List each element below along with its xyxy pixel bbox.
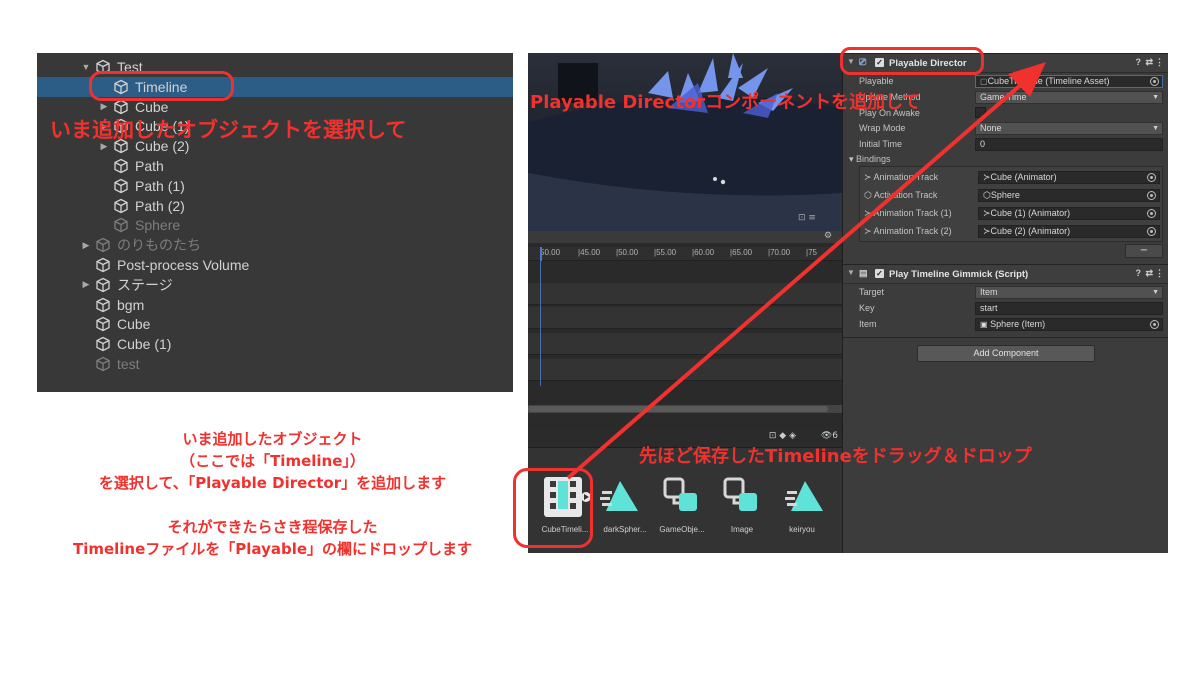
annotation-drag-drop: 先ほど保存したTimelineをドラッグ＆ドロップ (639, 446, 1032, 467)
instruction-line: いま追加したオブジェクト (182, 430, 363, 448)
instructions-block: いま追加したオブジェクト （ここでは「Timeline」） を選択して、「Playa… (20, 428, 525, 560)
instruction-line: それができたらさき程保存した (167, 518, 378, 536)
instruction-line: Timelineファイルを「Playable」の欄にドロップします (72, 540, 473, 558)
instruction-line (20, 494, 525, 516)
instruction-line: を選択して、「Playable Director」を追加します (98, 474, 447, 492)
annotation-select-object: いま追加したオブジェクトを選択して (50, 118, 407, 142)
instruction-line: （ここでは「Timeline」） (180, 452, 365, 470)
annotation-add-component: Playable Directorコンポーネントを追加して (530, 92, 921, 113)
